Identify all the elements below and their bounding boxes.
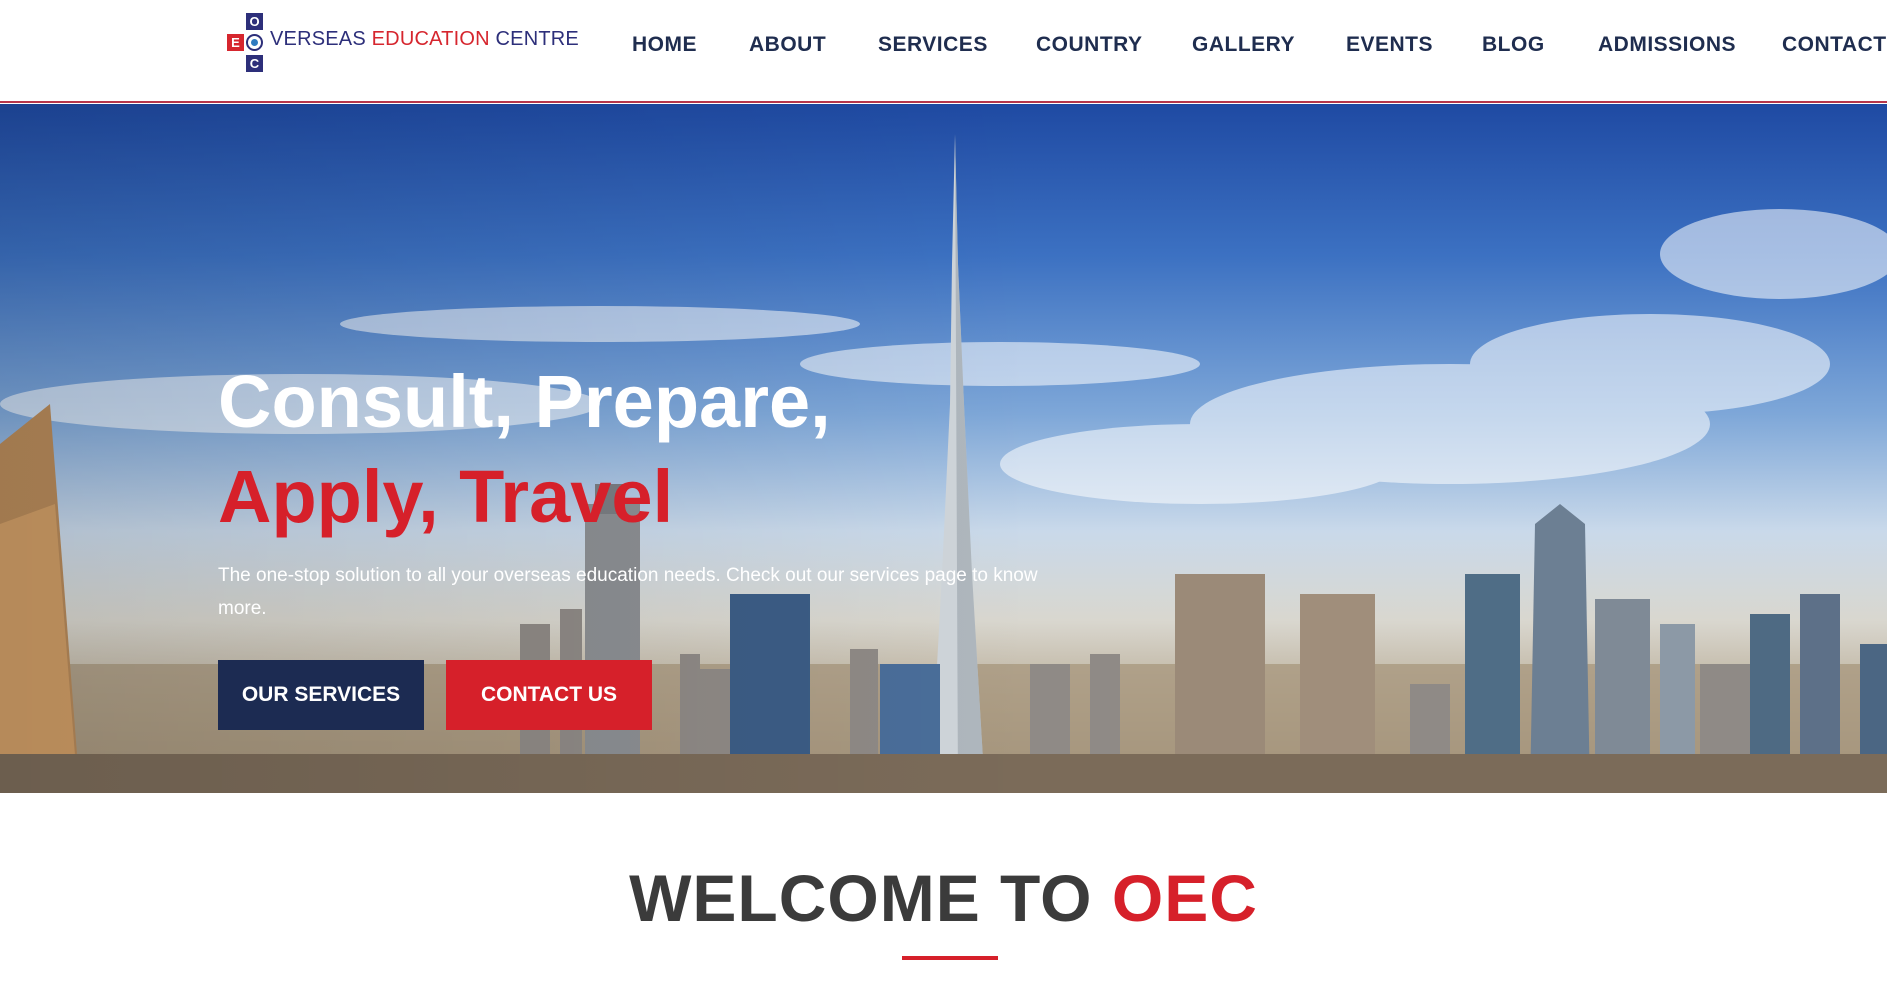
welcome-divider xyxy=(902,956,998,960)
nav-contact[interactable]: CONTACT xyxy=(1782,33,1887,57)
logo-letter-c: C xyxy=(246,55,263,72)
main-nav: HOME ABOUT SERVICES COUNTRY GALLERY EVEN… xyxy=(0,33,1887,57)
hero-title-line2: Apply, Travel xyxy=(218,455,674,538)
nav-home[interactable]: HOME xyxy=(632,33,697,57)
our-services-button[interactable]: OUR SERVICES xyxy=(218,660,424,730)
nav-blog[interactable]: BLOG xyxy=(1482,33,1545,57)
nav-about[interactable]: ABOUT xyxy=(749,33,826,57)
hero-subtitle: The one-stop solution to all your overse… xyxy=(218,565,1038,619)
welcome-heading-part1: WELCOME TO xyxy=(629,861,1112,935)
welcome-heading-part2: OEC xyxy=(1111,861,1258,935)
logo-letter-o: O xyxy=(246,13,263,30)
nav-events[interactable]: EVENTS xyxy=(1346,33,1433,57)
nav-admissions[interactable]: ADMISSIONS xyxy=(1598,33,1736,57)
contact-us-button[interactable]: CONTACT US xyxy=(446,660,652,730)
nav-gallery[interactable]: GALLERY xyxy=(1192,33,1295,57)
hero-title-line1: Consult, Prepare, xyxy=(218,360,831,443)
nav-services[interactable]: SERVICES xyxy=(878,33,988,57)
welcome-heading: WELCOME TO OEC xyxy=(0,860,1887,936)
nav-country[interactable]: COUNTRY xyxy=(1036,33,1143,57)
site-header: O E C VERSEAS EDUCATION CENTRE HOME ABOU… xyxy=(0,0,1887,103)
hero-banner: Consult, Prepare, Apply, Travel The one-… xyxy=(0,104,1887,793)
hero-title: Consult, Prepare, Apply, Travel xyxy=(218,354,831,544)
